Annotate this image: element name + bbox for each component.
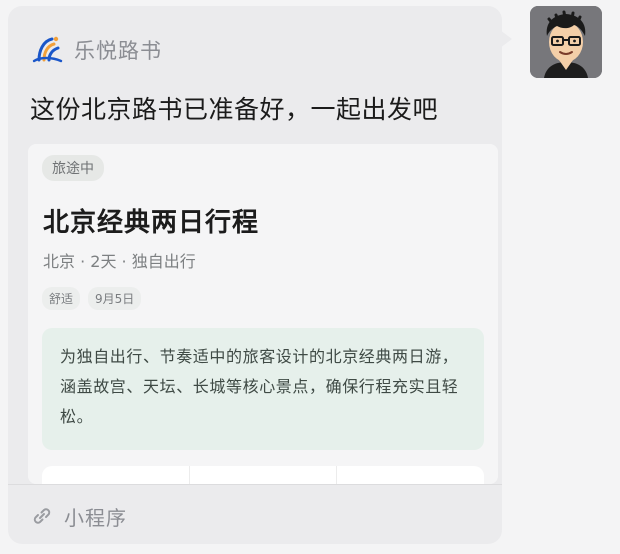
footer-label: 小程序 — [64, 505, 127, 530]
avatar[interactable] — [530, 6, 602, 78]
app-header: 乐悦路书 — [30, 30, 162, 70]
bubble-tail — [500, 30, 512, 48]
mini-program-footer: 小程序 — [30, 496, 127, 536]
stat-cell — [337, 466, 484, 484]
status-badge: 旅途中 — [42, 155, 104, 181]
itinerary-card[interactable]: 旅途中 北京经典两日行程 北京 · 2天 · 独自出行 舒适 9月5日 为独自出… — [28, 144, 498, 484]
swirl-logo-icon — [32, 36, 63, 63]
stat-cell — [190, 466, 338, 484]
tag-date: 9月5日 — [88, 287, 142, 310]
message-title: 这份北京路书已准备好，一起出发吧 — [30, 95, 439, 124]
tag-comfort: 舒适 — [42, 287, 81, 310]
mini-program-card-bubble[interactable]: 乐悦路书 这份北京路书已准备好，一起出发吧 旅途中 北京经典两日行程 北京 · … — [8, 6, 502, 544]
trip-meta: 北京 · 2天 · 独自出行 — [43, 252, 196, 271]
app-name: 乐悦路书 — [74, 39, 162, 63]
chat-message-row: 乐悦路书 这份北京路书已准备好，一起出发吧 旅途中 北京经典两日行程 北京 · … — [0, 0, 620, 554]
link-icon — [33, 508, 51, 524]
tag-list: 舒适 9月5日 — [42, 287, 142, 310]
trip-description: 为独自出行、节奏适中的旅客设计的北京经典两日游，涵盖故宫、天坛、长城等核心景点，… — [60, 347, 459, 426]
stats-row — [42, 466, 484, 484]
footer-divider — [8, 484, 502, 485]
trip-title: 北京经典两日行程 — [43, 208, 260, 238]
description-box: 为独自出行、节奏适中的旅客设计的北京经典两日游，涵盖故宫、天坛、长城等核心景点，… — [42, 328, 484, 450]
stat-cell — [42, 466, 190, 484]
cartoon-avatar-icon — [530, 6, 602, 78]
